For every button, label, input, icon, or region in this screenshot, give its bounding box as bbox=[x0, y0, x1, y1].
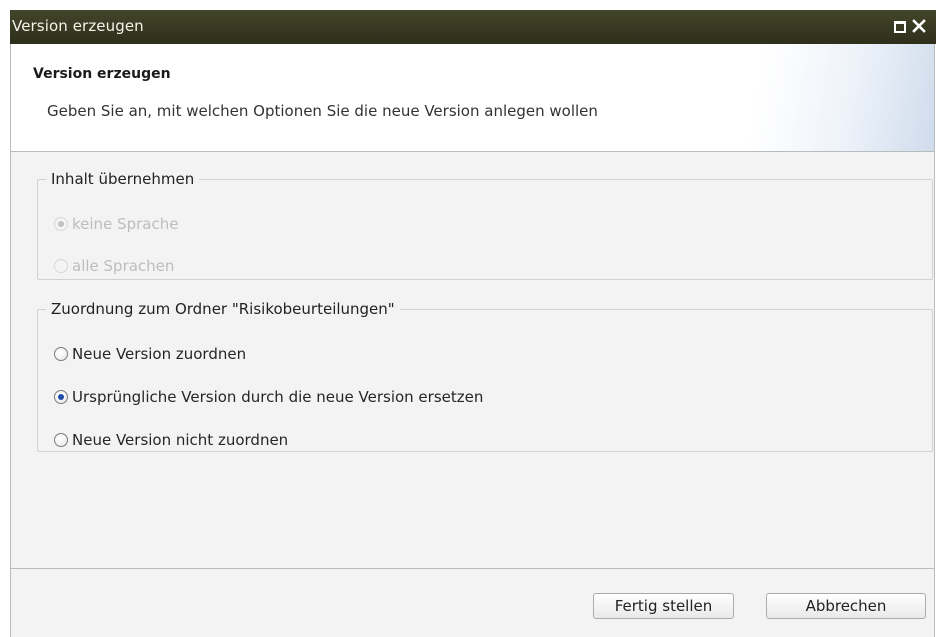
maximize-icon[interactable] bbox=[890, 17, 908, 35]
radio-option-no-language: keine Sprache bbox=[54, 212, 178, 236]
dialog-title: Version erzeugen bbox=[12, 17, 144, 35]
content-group-legend: Inhalt übernehmen bbox=[51, 170, 195, 188]
radio-option-replace-original[interactable]: Ursprüngliche Version durch die neue Ver… bbox=[54, 385, 483, 409]
radio-option-do-not-assign[interactable]: Neue Version nicht zuordnen bbox=[54, 428, 288, 452]
radio-button[interactable] bbox=[54, 347, 68, 361]
cancel-button[interactable]: Abbrechen bbox=[766, 593, 926, 619]
radio-button bbox=[54, 259, 68, 273]
content-group: Inhalt übernehmen keine Sprache alle Spr… bbox=[37, 170, 933, 280]
radio-label: alle Sprachen bbox=[72, 257, 175, 275]
create-version-dialog: Version erzeugen Version erzeugen Geben … bbox=[10, 10, 936, 637]
radio-option-assign-new-version[interactable]: Neue Version zuordnen bbox=[54, 342, 246, 366]
dialog-header: Version erzeugen Geben Sie an, mit welch… bbox=[11, 44, 934, 152]
radio-button bbox=[54, 217, 68, 231]
radio-label[interactable]: Neue Version zuordnen bbox=[72, 345, 246, 363]
close-icon[interactable] bbox=[910, 17, 928, 35]
header-subtitle: Geben Sie an, mit welchen Optionen Sie d… bbox=[47, 102, 598, 120]
radio-button[interactable] bbox=[54, 390, 68, 404]
dialog-body: Inhalt übernehmen keine Sprache alle Spr… bbox=[11, 152, 934, 568]
header-title: Version erzeugen bbox=[33, 66, 171, 82]
dialog-footer: Fertig stellen Abbrechen bbox=[11, 569, 934, 637]
radio-button[interactable] bbox=[54, 433, 68, 447]
radio-label[interactable]: Ursprüngliche Version durch die neue Ver… bbox=[72, 388, 483, 406]
radio-label[interactable]: Neue Version nicht zuordnen bbox=[72, 431, 288, 449]
radio-label: keine Sprache bbox=[72, 215, 179, 233]
finish-button[interactable]: Fertig stellen bbox=[593, 593, 734, 619]
dialog-titlebar[interactable]: Version erzeugen bbox=[10, 10, 936, 44]
radio-option-all-languages: alle Sprachen bbox=[54, 254, 174, 278]
folder-assignment-group: Zuordnung zum Ordner "Risikobeurteilunge… bbox=[37, 300, 933, 452]
folder-group-legend: Zuordnung zum Ordner "Risikobeurteilunge… bbox=[51, 300, 395, 318]
